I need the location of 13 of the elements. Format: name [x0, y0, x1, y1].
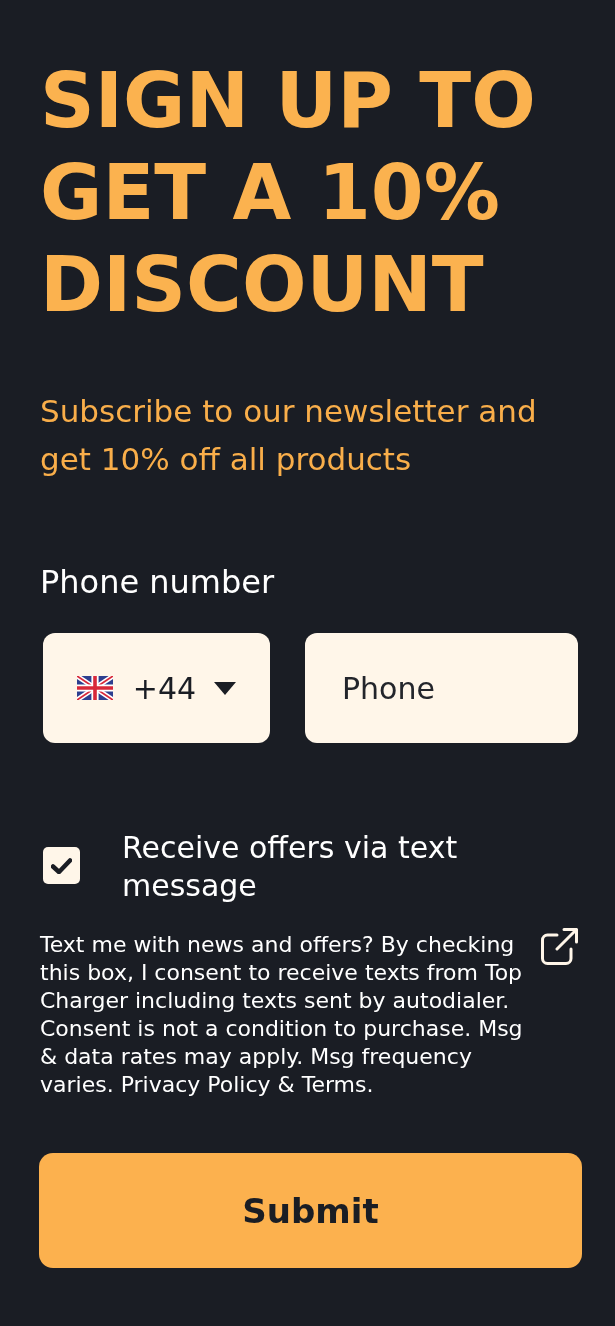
consent-disclaimer: Text me with news and offers? By checking this box, I consent to receive texts from Top Charger including texts sent by autodialer. Consent is not a condition to purchase. Msg & data rates may apply. Msg frequency varies. Privacy Policy & Terms.: [40, 931, 524, 1099]
caret-icon: [214, 681, 237, 695]
submit-button[interactable]: Submit: [39, 1153, 582, 1268]
phone-field[interactable]: Phone: [305, 633, 578, 743]
checkbox[interactable]: [43, 847, 80, 884]
flag-icon: [76, 676, 113, 700]
field-label: Phone number: [40, 562, 276, 602]
external-link-icon[interactable]: [541, 928, 578, 965]
checkbox-label: Receive offers via text message: [122, 829, 459, 905]
subtitle: Subscribe to our newsletter and get 10% off all products: [40, 392, 538, 479]
check-icon: [51, 857, 72, 874]
country-code-select[interactable]: +44: [43, 633, 270, 743]
heading: SIGN UP TO GET A 10% DISCOUNT: [40, 55, 537, 331]
